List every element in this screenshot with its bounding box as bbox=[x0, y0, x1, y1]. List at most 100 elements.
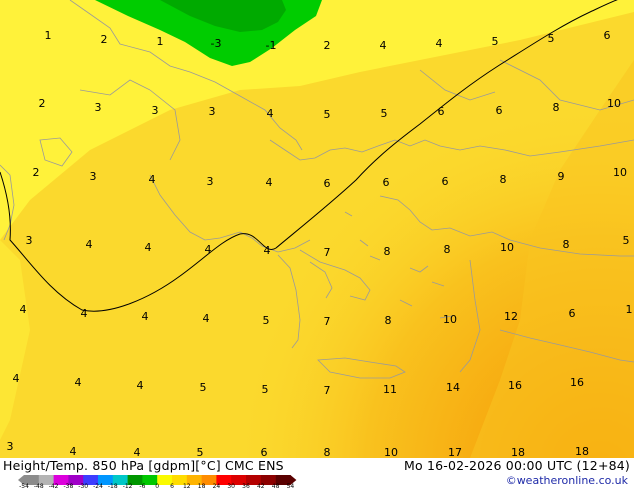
temperature-label: 5 bbox=[200, 381, 207, 394]
colorbar-tick-label: 12 bbox=[182, 483, 191, 490]
temperature-label: 8 bbox=[444, 243, 451, 256]
temperature-label: 2 bbox=[324, 39, 331, 52]
temperature-label: 4 bbox=[205, 243, 212, 256]
colorbar-tick-label: -54 bbox=[19, 483, 29, 490]
weather-map-page: 1 2 1 -3 -1 2 4 4 5 5 6 2 3 3 3 4 5 5 6 6 8 10 2 3 4 3 4 6 6 6 8 9 10 3 4 4… bbox=[0, 0, 634, 490]
temperature-label: 6 bbox=[324, 177, 331, 190]
temperature-label: 5 bbox=[197, 446, 204, 458]
temperature-label: 4 bbox=[75, 376, 82, 389]
colorbar-tick-label: 42 bbox=[256, 483, 265, 490]
temperature-label: 4 bbox=[203, 312, 210, 325]
temperature-label: 8 bbox=[563, 238, 570, 251]
temperature-label: 6 bbox=[383, 176, 390, 189]
temperature-label: 11 bbox=[383, 383, 397, 396]
temperature-label: 7 bbox=[324, 384, 331, 397]
temperature-label: 9 bbox=[558, 170, 565, 183]
temperature-label: 6 bbox=[438, 105, 445, 118]
temperature-label: 3 bbox=[26, 234, 33, 247]
temperature-label: 3 bbox=[95, 101, 102, 114]
temperature-label: 6 bbox=[496, 104, 503, 117]
temperature-label: 4 bbox=[70, 445, 77, 458]
temperature-label: 1 bbox=[45, 29, 52, 42]
temperature-label: 3 bbox=[209, 105, 216, 118]
colorbar-tick-label: 6 bbox=[170, 483, 174, 490]
temperature-label: 10 bbox=[500, 241, 514, 254]
map-footer: Height/Temp. 850 hPa [gdpm][°C] CMC ENS … bbox=[0, 458, 634, 490]
temperature-label: 4 bbox=[149, 173, 156, 186]
colorbar-tick-labels: -54 -48 -42 -38 -30 -24 -18 -12 -6 0 6 12 18 24 30 36 42… bbox=[19, 483, 296, 492]
temperature-label: 5 bbox=[381, 107, 388, 120]
temperature-label: 3 bbox=[207, 175, 214, 188]
map-canvas: 1 2 1 -3 -1 2 4 4 5 5 62 3 3 3 4 5 5 6 6 8 102 3 4 3 4 6 6 6 8 9 103 4 4… bbox=[0, 0, 634, 458]
temperature-label: 18 bbox=[575, 445, 589, 458]
temperature-label: 3 bbox=[7, 440, 14, 453]
temperature-label: 7 bbox=[324, 246, 331, 259]
temperature-label: 8 bbox=[385, 314, 392, 327]
temperature-label: 7 bbox=[324, 315, 331, 328]
map-title: Height/Temp. 850 hPa [gdpm][°C] CMC ENS bbox=[3, 458, 284, 473]
temperature-label: 14 bbox=[446, 381, 460, 394]
source-credit-link[interactable]: ©weatheronline.co.uk bbox=[506, 474, 628, 487]
colorbar-tick-label: -30 bbox=[78, 483, 89, 490]
temperature-label: 17 bbox=[448, 446, 462, 458]
temperature-label: 4 bbox=[13, 372, 20, 385]
temperature-label: 4 bbox=[264, 244, 271, 257]
colorbar-tick-label: 24 bbox=[212, 483, 221, 490]
temperature-label: 5 bbox=[623, 234, 630, 247]
colorbar-tick-label: 48 bbox=[271, 483, 280, 490]
colorbar-tick-label: -42 bbox=[48, 483, 59, 490]
temperature-label: 2 bbox=[101, 33, 108, 46]
temperature-label: 4 bbox=[142, 310, 149, 323]
temperature-label: 18 bbox=[511, 446, 525, 458]
colorbar-tick-label: -6 bbox=[139, 483, 146, 490]
temperature-label: 5 bbox=[262, 383, 269, 396]
temperature-label: 8 bbox=[500, 173, 507, 186]
temperature-label: 4 bbox=[436, 37, 443, 50]
temperature-label: 4 bbox=[137, 379, 144, 392]
temperature-label: 4 bbox=[380, 39, 387, 52]
colorbar-tick-label: -12 bbox=[122, 483, 133, 490]
temperature-label: 5 bbox=[263, 314, 270, 327]
temperature-label: 12 bbox=[504, 310, 518, 323]
temperature-label: 4 bbox=[134, 446, 141, 458]
temperature-label: 10 bbox=[384, 446, 398, 458]
temperature-label: -1 bbox=[266, 39, 277, 52]
temperature-label: 4 bbox=[20, 303, 27, 316]
temperature-label: 5 bbox=[492, 35, 499, 48]
colorbar-tick-label: -38 bbox=[63, 483, 74, 490]
temperature-label: 6 bbox=[569, 307, 576, 320]
temperature-label: 10 bbox=[607, 97, 621, 110]
temperature-label: 4 bbox=[86, 238, 93, 251]
temperature-label: 8 bbox=[324, 446, 331, 458]
colorbar-tick-label: 0 bbox=[155, 483, 160, 490]
temperature-label: 16 bbox=[508, 379, 522, 392]
colorbar-tick-label: 36 bbox=[242, 483, 250, 490]
temperature-label: 1 bbox=[157, 35, 164, 48]
colorbar-tick-label: 30 bbox=[227, 483, 236, 490]
temperature-label: 4 bbox=[145, 241, 152, 254]
temperature-label: 4 bbox=[81, 307, 88, 320]
temperature-label: 3 bbox=[152, 104, 159, 117]
temperature-label: 1 bbox=[626, 303, 633, 316]
temperature-label: 6 bbox=[442, 175, 449, 188]
temperature-label: 10 bbox=[613, 166, 627, 179]
colorbar-tick-label: -24 bbox=[93, 483, 103, 490]
temperature-label: 8 bbox=[384, 245, 391, 258]
temperature-label: 2 bbox=[39, 97, 46, 110]
temperature-label: 5 bbox=[324, 108, 331, 121]
temperature-label: 16 bbox=[570, 376, 584, 389]
temperature-label: 10 bbox=[443, 313, 457, 326]
temperature-label: 3 bbox=[90, 170, 97, 183]
temperature-label: 5 bbox=[548, 32, 555, 45]
colorbar-tick-label: -48 bbox=[33, 483, 44, 490]
valid-datetime: Mo 16-02-2026 00:00 UTC (12+84) bbox=[403, 458, 630, 473]
temperature-label: 4 bbox=[267, 107, 274, 120]
temperature-label: 4 bbox=[266, 176, 273, 189]
colorbar-tick-label: 18 bbox=[197, 483, 206, 490]
colorbar-tick-label: -18 bbox=[107, 483, 118, 490]
temperature-label: 8 bbox=[553, 101, 560, 114]
temperature-label: 6 bbox=[604, 29, 611, 42]
temperature-label: 2 bbox=[33, 166, 40, 179]
colorbar-tick-label: 54 bbox=[286, 483, 295, 490]
temperature-label: -3 bbox=[211, 37, 222, 50]
